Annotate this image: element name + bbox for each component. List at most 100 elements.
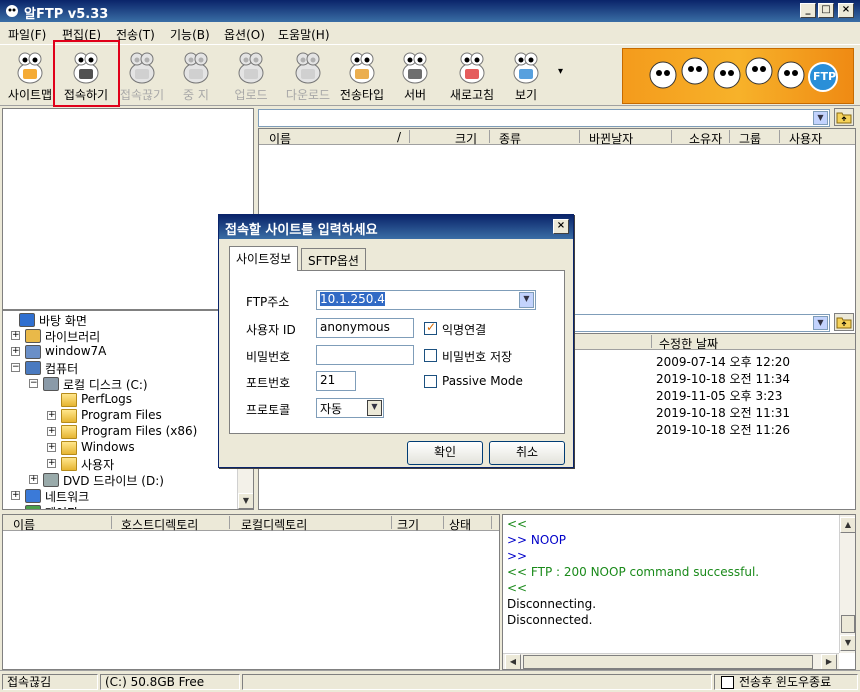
desktop-icon [19, 313, 35, 327]
download-icon [295, 52, 321, 84]
expand-icon[interactable]: + [11, 347, 20, 356]
scroll-down-icon[interactable]: ▼ [840, 635, 855, 651]
col-separator[interactable] [489, 130, 490, 143]
col-separator[interactable] [779, 130, 780, 143]
shutdown-after-transfer[interactable]: 전송후 윈도우종료 [714, 674, 858, 690]
menu-file[interactable]: 파일(F) [8, 26, 46, 43]
toolbar-upload-button[interactable]: 업로드 [226, 46, 276, 102]
col-separator[interactable] [491, 516, 492, 529]
col-separator[interactable] [391, 516, 392, 529]
scroll-down-icon[interactable]: ▼ [238, 493, 253, 509]
local-path-dropdown-icon[interactable]: ▼ [813, 316, 828, 330]
log-line: >> NOOP [507, 533, 567, 547]
toolbar-more-chevron-icon[interactable]: ▾ [558, 66, 563, 77]
tab-sftp-options[interactable]: SFTP옵션 [301, 248, 366, 270]
tree-item-label: PerfLogs [81, 392, 133, 406]
expand-icon[interactable]: + [47, 459, 56, 468]
toolbar-transfer-type-button[interactable]: 전송타입 [334, 46, 390, 102]
password-input[interactable] [316, 345, 414, 365]
expand-icon[interactable]: + [11, 331, 20, 340]
log-horizontal-scrollbar[interactable]: ◀ ▶ [503, 653, 839, 669]
menu-function[interactable]: 기능(B) [170, 26, 210, 43]
expand-icon[interactable]: + [47, 427, 56, 436]
expand-icon[interactable]: + [47, 443, 56, 452]
toolbar-refresh-button[interactable]: 새로고침 [444, 46, 500, 102]
col-name[interactable]: 이름 [269, 130, 291, 147]
collapse-icon[interactable]: − [29, 379, 38, 388]
toolbar-disconnect-button[interactable]: 접속끊기 [114, 46, 170, 102]
toolbar-sitemap-button[interactable]: 사이트맵 [2, 46, 58, 102]
ftp-address-combo[interactable]: 10.1.250.4 ▼ [316, 290, 536, 310]
queue-col-local-dir[interactable]: 로컬디렉토리 [241, 516, 307, 533]
scroll-right-icon[interactable]: ▶ [821, 654, 837, 669]
col-separator[interactable] [409, 130, 410, 143]
queue-col-name[interactable]: 이름 [13, 516, 35, 533]
col-owner[interactable]: 소유자 [689, 130, 722, 147]
col-group[interactable]: 그룹 [739, 130, 761, 147]
ad-banner[interactable]: FTP [622, 48, 854, 104]
local-folder-tree[interactable]: 바탕 화면 + 라이브러리 + window7A − 컴퓨터 − 로컬 디스크 (C:) Perf… [2, 310, 254, 510]
save-password-checkbox[interactable] [424, 349, 437, 362]
minimize-button[interactable]: _ [800, 3, 816, 18]
passive-mode-checkbox[interactable] [424, 375, 437, 388]
remote-folder-up-button[interactable] [834, 108, 854, 126]
queue-col-status[interactable]: 상태 [449, 516, 471, 533]
file-date: 2019-11-05 오후 3:23 [656, 389, 783, 403]
maximize-button[interactable]: □ [818, 3, 834, 18]
col-separator[interactable] [443, 516, 444, 529]
toolbar-label: 접속끊기 [119, 88, 165, 102]
port-input[interactable]: 21 [316, 371, 356, 391]
transfer-queue[interactable]: 이름 호스트디렉토리 로컬디렉토리 크기 상태 [2, 514, 500, 670]
local-folder-up-button[interactable] [834, 313, 854, 331]
log-vertical-scrollbar[interactable]: ▲ ▼ [839, 515, 855, 653]
queue-col-size[interactable]: 크기 [397, 516, 419, 533]
protocol-label: 프로토콜 [246, 403, 291, 417]
menu-transfer[interactable]: 전송(T) [116, 26, 155, 43]
col-separator[interactable] [579, 130, 580, 143]
ok-button[interactable]: 확인 [407, 441, 483, 465]
collapse-icon[interactable]: − [11, 363, 20, 372]
log-panel[interactable]: << >> NOOP >> << FTP : 200 NOOP command suc… [502, 514, 856, 670]
col-type[interactable]: 종류 [499, 130, 521, 147]
col-separator[interactable] [671, 130, 672, 143]
remote-path-dropdown-icon[interactable]: ▼ [813, 111, 828, 125]
expand-icon[interactable]: + [47, 411, 56, 420]
tree-item-label: 컴퓨터 [45, 362, 79, 376]
col-separator[interactable] [111, 516, 112, 529]
close-window-button[interactable]: × [838, 3, 854, 18]
col-user[interactable]: 사용자 [789, 130, 822, 147]
dialog-close-button[interactable]: × [553, 219, 569, 234]
toolbar-view-button[interactable]: 보기 [504, 46, 548, 102]
cancel-button[interactable]: 취소 [489, 441, 565, 465]
queue-col-host-dir[interactable]: 호스트디렉토리 [121, 516, 198, 533]
protocol-select[interactable]: 자동 ▼ [316, 398, 384, 418]
scroll-thumb[interactable] [523, 655, 813, 669]
col-separator[interactable] [229, 516, 230, 529]
anonymous-label: 익명연결 [442, 323, 487, 337]
expand-icon[interactable]: + [29, 475, 38, 484]
toolbar-download-button[interactable]: 다운로드 [280, 46, 336, 102]
expand-icon[interactable]: + [11, 491, 20, 500]
tab-site-info[interactable]: 사이트정보 [229, 246, 299, 271]
scroll-left-icon[interactable]: ◀ [505, 654, 521, 669]
anonymous-checkbox[interactable] [424, 320, 437, 335]
col-separator[interactable] [651, 335, 652, 348]
col-separator[interactable] [729, 130, 730, 143]
scroll-thumb[interactable] [841, 615, 855, 633]
user-id-input[interactable]: anonymous [316, 318, 414, 338]
col-size[interactable]: 크기 [455, 130, 477, 147]
toolbar-server-button[interactable]: 서버 [392, 46, 438, 102]
toolbar-label: 전송타입 [339, 88, 385, 102]
log-line: Disconnecting. [507, 597, 597, 611]
port-label: 포트번호 [246, 376, 291, 390]
toolbar-stop-button[interactable]: 중 지 [170, 46, 222, 102]
ftp-address-dropdown-icon[interactable]: ▼ [519, 292, 534, 308]
shutdown-checkbox[interactable] [721, 676, 734, 689]
remote-path-combo[interactable]: ▼ [258, 109, 830, 127]
col-modified-date[interactable]: 수정한 날짜 [659, 335, 718, 352]
menu-options[interactable]: 옵션(O) [224, 26, 265, 43]
protocol-dropdown-icon[interactable]: ▼ [367, 400, 382, 416]
col-modified[interactable]: 바뀐날자 [589, 130, 633, 147]
menu-help[interactable]: 도움말(H) [278, 26, 330, 43]
scroll-up-icon[interactable]: ▲ [840, 517, 855, 533]
